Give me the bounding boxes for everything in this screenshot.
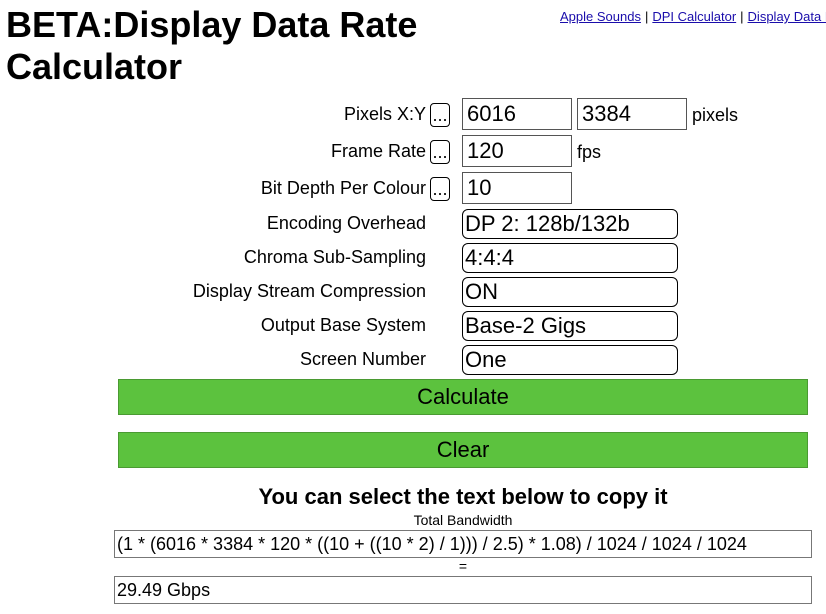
bit-depth-presets-button[interactable]: ...: [430, 177, 450, 201]
link-separator: |: [740, 9, 744, 24]
screen-number-select[interactable]: One: [462, 345, 678, 375]
page-title: BETA:Display Data Rate Calculator: [6, 4, 418, 87]
dsc-label: Display Stream Compression: [192, 281, 426, 301]
result-output[interactable]: 29.49 Gbps: [114, 576, 812, 604]
chroma-select[interactable]: 4:4:4: [462, 243, 678, 273]
bit-depth-label: Bit Depth Per Colour: [260, 178, 426, 198]
encoding-overhead-label: Encoding Overhead: [266, 213, 426, 233]
base-system-label: Output Base System: [260, 315, 426, 335]
base-system-select[interactable]: Base-2 Gigs: [462, 311, 678, 341]
pixels-unit: pixels: [692, 105, 739, 125]
base-system-row: Output Base System Base-2 Gigs: [0, 311, 826, 343]
chroma-label: Chroma Sub-Sampling: [243, 247, 426, 267]
pixels-row: Pixels X:Y ... 6016 3384 pixels: [0, 98, 826, 130]
chroma-row: Chroma Sub-Sampling 4:4:4: [0, 243, 826, 275]
formula-output[interactable]: (1 * (6016 * 3384 * 120 * ((10 + ((10 * …: [114, 530, 812, 558]
pixels-presets-button[interactable]: ...: [430, 103, 450, 127]
bit-depth-row: Bit Depth Per Colour ... 10: [0, 172, 826, 204]
pixels-label: Pixels X:Y: [343, 104, 426, 124]
link-separator: |: [644, 9, 649, 24]
total-bandwidth-label: Total Bandwidth: [413, 512, 513, 528]
frame-rate-row: Frame Rate ... 120 fps: [0, 135, 826, 167]
link-apple-sounds[interactable]: Apple Sounds: [560, 9, 641, 24]
bit-depth-input[interactable]: 10: [462, 172, 572, 204]
copy-hint: You can select the text below to copy it: [258, 484, 668, 509]
encoding-overhead-row: Encoding Overhead DP 2: 128b/132b: [0, 209, 826, 241]
link-display-data-rate[interactable]: Display Data R: [748, 9, 826, 24]
dsc-row: Display Stream Compression ON: [0, 277, 826, 309]
frame-rate-unit: fps: [577, 142, 602, 162]
encoding-overhead-select[interactable]: DP 2: 128b/132b: [462, 209, 678, 239]
frame-rate-label: Frame Rate: [330, 141, 426, 161]
clear-button[interactable]: Clear: [118, 432, 808, 468]
equals-sign: =: [458, 558, 468, 574]
frame-rate-input[interactable]: 120: [462, 135, 572, 167]
pixels-y-input[interactable]: 3384: [577, 98, 687, 130]
top-links: Apple Sounds | DPI Calculator | Display Data…: [560, 9, 826, 24]
frame-rate-presets-button[interactable]: ...: [430, 140, 450, 164]
link-dpi-calculator[interactable]: DPI Calculator: [652, 9, 736, 24]
calculate-button[interactable]: Calculate: [118, 379, 808, 415]
screen-number-row: Screen Number One: [0, 345, 826, 377]
screen-number-label: Screen Number: [299, 349, 426, 369]
pixels-x-input[interactable]: 6016: [462, 98, 572, 130]
dsc-select[interactable]: ON: [462, 277, 678, 307]
